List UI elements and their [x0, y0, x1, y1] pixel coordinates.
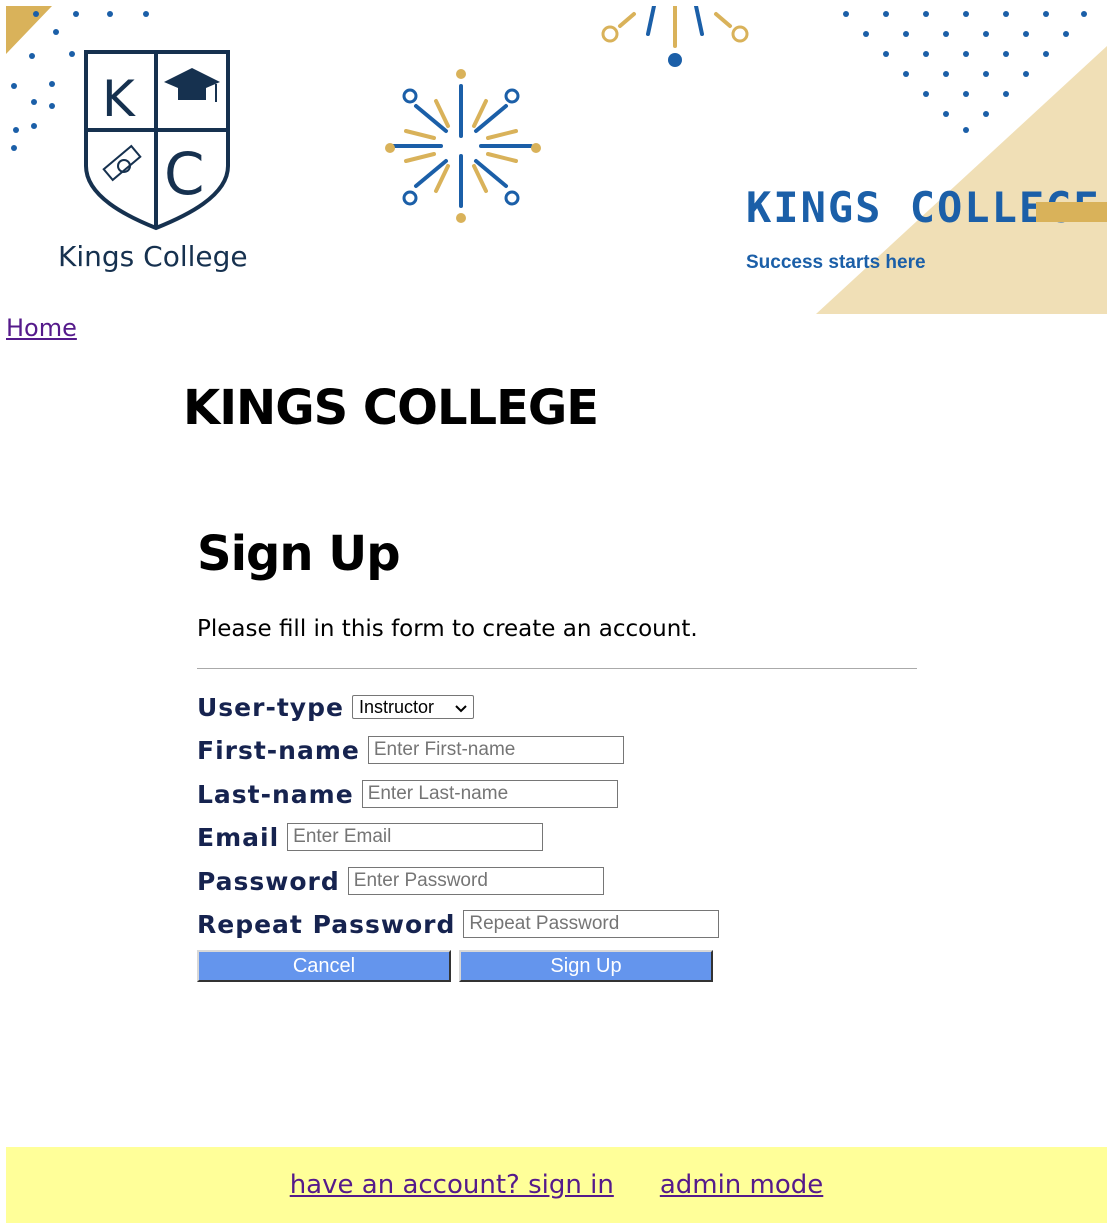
- password-input[interactable]: [347, 867, 604, 895]
- user-type-label: User-type: [197, 692, 344, 722]
- last-name-label: Last-name: [197, 779, 354, 809]
- starburst-top-icon: [601, 6, 749, 67]
- site-title: KINGS COLLEGE: [183, 380, 599, 436]
- header-banner: K C Kings College KINGS COLLEGE Success …: [6, 6, 1107, 314]
- diploma-icon: [102, 144, 142, 182]
- brand-tagline: Success starts here: [746, 252, 926, 273]
- signin-link[interactable]: have an account? sign in: [290, 1170, 614, 1200]
- footer: have an account? sign in admin mode: [6, 1147, 1107, 1223]
- repeat-password-input[interactable]: [463, 910, 720, 938]
- form-title: Sign Up: [197, 526, 401, 582]
- user-type-select[interactable]: Instructor: [351, 695, 474, 719]
- crest-letter-c: C: [164, 140, 205, 208]
- repeat-password-label: Repeat Password: [197, 909, 456, 939]
- form-divider: [197, 668, 917, 669]
- signup-form: Sign Up Please fill in this form to crea…: [197, 520, 917, 982]
- email-input[interactable]: [287, 823, 544, 851]
- admin-mode-link[interactable]: admin mode: [660, 1170, 823, 1200]
- logo-text: Kings College: [58, 240, 248, 273]
- form-buttons: Cancel Sign Up: [197, 950, 713, 982]
- cancel-button[interactable]: Cancel: [197, 950, 451, 982]
- first-name-row: First-name: [197, 733, 624, 767]
- last-name-row: Last-name: [197, 777, 618, 811]
- user-type-selected: Instructor: [358, 696, 434, 717]
- password-label: Password: [197, 866, 340, 896]
- first-name-label: First-name: [197, 735, 360, 765]
- chevron-down-icon: [455, 697, 467, 718]
- starburst-icon: [389, 84, 533, 208]
- user-type-row: User-type Instructor: [197, 690, 474, 724]
- signup-button[interactable]: Sign Up: [459, 950, 713, 982]
- email-label: Email: [197, 822, 280, 852]
- first-name-input[interactable]: [367, 736, 624, 764]
- home-link[interactable]: Home: [6, 314, 77, 342]
- form-description: Please fill in this form to create an ac…: [197, 616, 698, 642]
- graduation-cap-icon: [164, 68, 220, 102]
- password-row: Password: [197, 864, 604, 898]
- last-name-input[interactable]: [361, 780, 618, 808]
- repeat-password-row: Repeat Password: [197, 907, 720, 941]
- email-row: Email: [197, 820, 544, 854]
- crest-letter-k: K: [102, 70, 136, 128]
